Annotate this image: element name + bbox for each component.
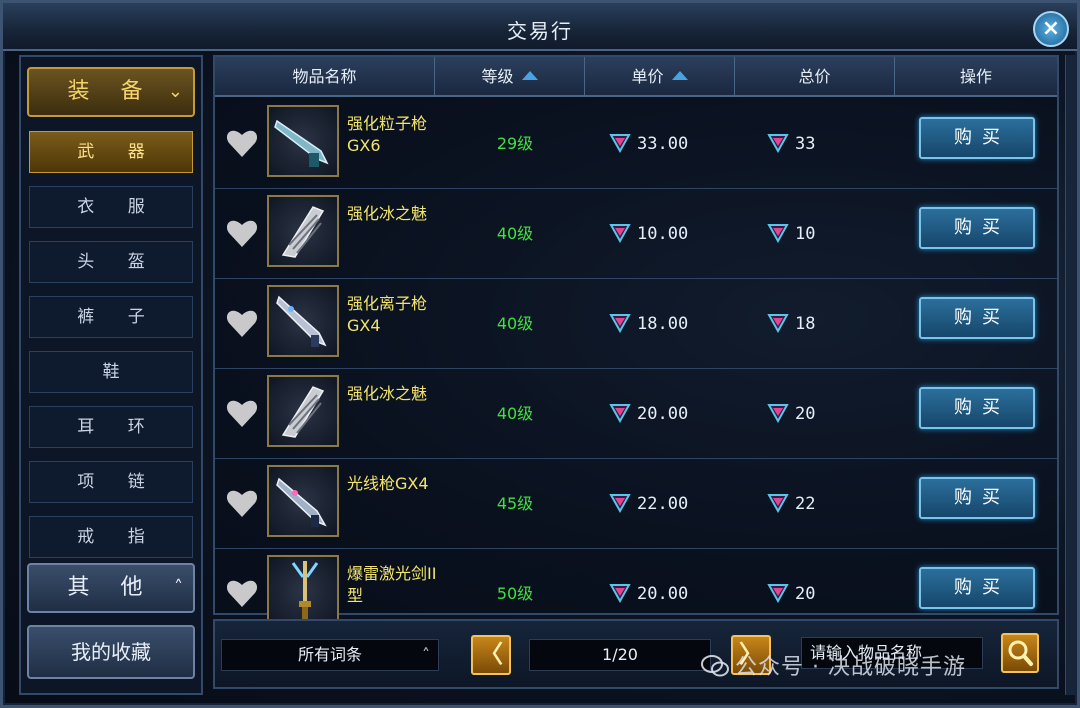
buy-button[interactable]: 购买 bbox=[919, 297, 1035, 339]
particle-gun-icon[interactable] bbox=[267, 105, 339, 177]
item-name: 强化冰之魅 bbox=[347, 384, 428, 403]
chevron-up-icon: ˄ bbox=[174, 577, 183, 598]
sidebar-item-shoes[interactable]: 鞋 bbox=[29, 351, 193, 393]
chevron-left-icon: 〈 bbox=[479, 640, 503, 668]
total-price: 22 bbox=[767, 459, 815, 549]
item-name: 强化离子枪GX4 bbox=[347, 294, 428, 335]
buy-button[interactable]: 购买 bbox=[919, 117, 1035, 159]
scrollbar[interactable] bbox=[1065, 55, 1075, 695]
window-title: 交易行 bbox=[507, 19, 573, 43]
item-name: 爆雷激光剑II型 bbox=[347, 564, 437, 605]
favorite-heart-icon[interactable] bbox=[225, 217, 259, 249]
diamond-currency-icon bbox=[609, 494, 631, 513]
table-row: 强化冰之魅 40级 10.00 10 购买 bbox=[215, 189, 1057, 279]
buy-button[interactable]: 购买 bbox=[919, 477, 1035, 519]
total-price: 33 bbox=[767, 99, 815, 189]
favorite-heart-icon[interactable] bbox=[225, 487, 259, 519]
favorite-heart-icon[interactable] bbox=[225, 397, 259, 429]
table-row: 强化冰之魅 40级 20.00 20 购买 bbox=[215, 369, 1057, 459]
diamond-currency-icon bbox=[609, 224, 631, 243]
sidebar-item-weapon[interactable]: 武 器 bbox=[29, 131, 193, 173]
my-favorites-button[interactable]: 我的收藏 bbox=[27, 625, 195, 679]
sidebar-item-necklace[interactable]: 项 链 bbox=[29, 461, 193, 503]
chevron-down-icon: ⌄ bbox=[167, 81, 183, 102]
sidebar-item-pants[interactable]: 裤 子 bbox=[29, 296, 193, 338]
item-level: 40级 bbox=[496, 224, 534, 243]
search-button[interactable] bbox=[1001, 633, 1039, 673]
buy-button[interactable]: 购买 bbox=[919, 387, 1035, 429]
item-level: 45级 bbox=[496, 494, 534, 513]
header-level-sort[interactable]: 等级 bbox=[435, 57, 585, 97]
attribute-filter-select[interactable]: 所有词条 ˄ bbox=[221, 639, 439, 671]
ice-claw-icon[interactable] bbox=[267, 195, 339, 267]
unit-price: 20.00 bbox=[609, 369, 688, 459]
chevron-up-icon: ˄ bbox=[422, 645, 430, 664]
ray-gun-icon[interactable] bbox=[267, 465, 339, 537]
listing-table: 物品名称 等级 单价 总价 操作 强化粒子枪GX6 29级 33.00 33 购… bbox=[213, 55, 1059, 639]
header-action: 操作 bbox=[959, 67, 992, 86]
item-level: 40级 bbox=[496, 314, 534, 333]
item-name: 强化冰之魅 bbox=[347, 204, 428, 223]
unit-price: 33.00 bbox=[609, 99, 688, 189]
diamond-currency-icon bbox=[767, 314, 789, 333]
favorite-heart-icon[interactable] bbox=[225, 577, 259, 609]
total-price: 10 bbox=[767, 189, 815, 279]
category-other-button[interactable]: 其 他 ˄ bbox=[27, 563, 195, 613]
sidebar-item-earring[interactable]: 耳 环 bbox=[29, 406, 193, 448]
sort-ascending-icon bbox=[521, 71, 538, 80]
watermark: 公众号 · 决战破晓手游 bbox=[701, 649, 966, 681]
sort-ascending-icon bbox=[671, 71, 688, 80]
favorite-heart-icon[interactable] bbox=[225, 127, 259, 159]
category-equipment-label: 装 备 bbox=[67, 79, 155, 104]
laser-sword-icon[interactable] bbox=[267, 555, 339, 627]
buy-button[interactable]: 购买 bbox=[919, 567, 1035, 609]
item-name: 强化粒子枪GX6 bbox=[347, 114, 428, 155]
unit-price: 10.00 bbox=[609, 189, 688, 279]
diamond-currency-icon bbox=[609, 584, 631, 603]
total-price: 18 bbox=[767, 279, 815, 369]
favorite-heart-icon[interactable] bbox=[225, 307, 259, 339]
table-row: 强化粒子枪GX6 29级 33.00 33 购买 bbox=[215, 99, 1057, 189]
unit-price: 22.00 bbox=[609, 459, 688, 549]
close-icon: × bbox=[1041, 16, 1061, 41]
diamond-currency-icon bbox=[767, 224, 789, 243]
unit-price: 18.00 bbox=[609, 279, 688, 369]
diamond-currency-icon bbox=[609, 134, 631, 153]
diamond-currency-icon bbox=[609, 404, 631, 423]
sidebar-item-helmet[interactable]: 头 盔 bbox=[29, 241, 193, 283]
page-indicator: 1/20 bbox=[529, 639, 711, 671]
diamond-currency-icon bbox=[767, 134, 789, 153]
item-level: 29级 bbox=[496, 134, 534, 153]
diamond-currency-icon bbox=[767, 404, 789, 423]
trading-window: 交易行 × 装 备 ⌄ 武 器 衣 服 头 盔 裤 子 鞋 耳 环 项 链 戒 … bbox=[0, 0, 1080, 708]
table-row: 强化离子枪GX4 40级 18.00 18 购买 bbox=[215, 279, 1057, 369]
search-icon bbox=[1008, 640, 1033, 666]
category-other-label: 其 他 bbox=[67, 575, 155, 600]
buy-button[interactable]: 购买 bbox=[919, 207, 1035, 249]
table-header: 物品名称 等级 单价 总价 操作 bbox=[215, 57, 1057, 97]
item-name: 光线枪GX4 bbox=[347, 474, 429, 493]
header-unit-price-sort[interactable]: 单价 bbox=[585, 57, 735, 97]
total-price: 20 bbox=[767, 369, 815, 459]
wechat-icon bbox=[701, 655, 729, 677]
ice-claw-icon[interactable] bbox=[267, 375, 339, 447]
sidebar-item-ring[interactable]: 戒 指 bbox=[29, 516, 193, 558]
close-button[interactable]: × bbox=[1033, 11, 1069, 47]
diamond-currency-icon bbox=[767, 494, 789, 513]
category-equipment-button[interactable]: 装 备 ⌄ bbox=[27, 67, 195, 117]
prev-page-button[interactable]: 〈 bbox=[471, 635, 511, 675]
diamond-currency-icon bbox=[609, 314, 631, 333]
table-row: 光线枪GX4 45级 22.00 22 购买 bbox=[215, 459, 1057, 549]
header-total-price: 总价 bbox=[735, 57, 895, 97]
diamond-currency-icon bbox=[767, 584, 789, 603]
ion-gun-icon[interactable] bbox=[267, 285, 339, 357]
item-level: 40级 bbox=[496, 404, 534, 423]
attribute-filter-value: 所有词条 bbox=[297, 645, 362, 664]
category-sidebar: 装 备 ⌄ 武 器 衣 服 头 盔 裤 子 鞋 耳 环 项 链 戒 指 其 他 … bbox=[19, 55, 203, 695]
sidebar-item-clothes[interactable]: 衣 服 bbox=[29, 186, 193, 228]
header-item-name: 物品名称 bbox=[215, 57, 435, 97]
